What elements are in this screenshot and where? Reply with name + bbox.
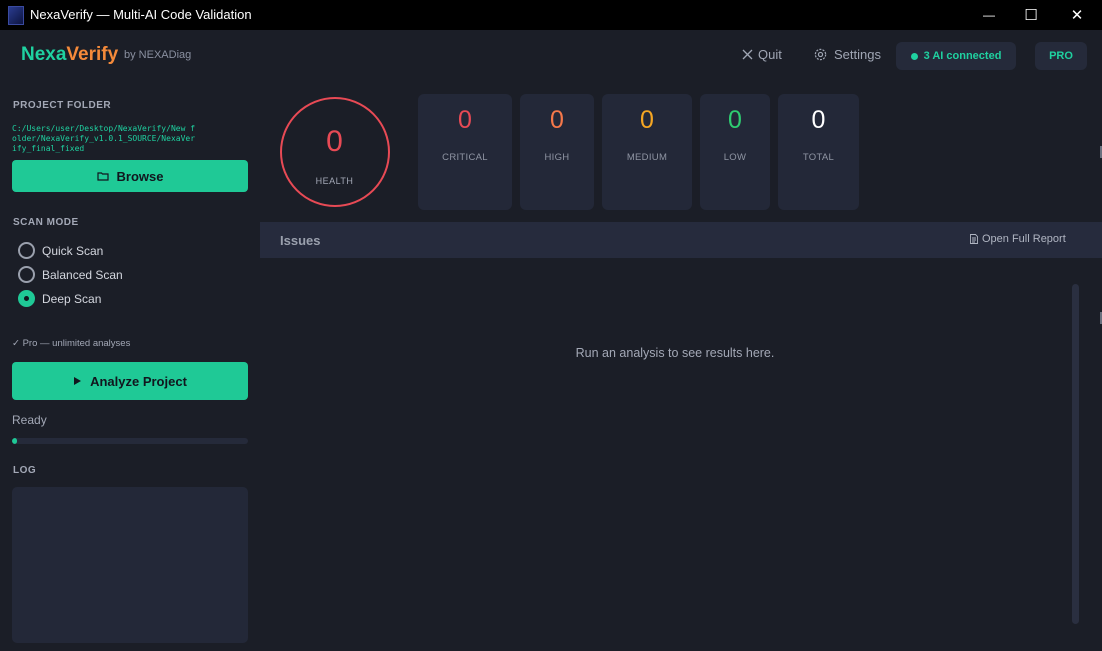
- folder-icon: [96, 172, 109, 181]
- issues-header: Issues Open Full Report: [260, 222, 1102, 258]
- app-header: NexaVerify by NEXADiag Quit Settings 3 A…: [0, 30, 1102, 86]
- scan-mode-label: Balanced Scan: [42, 267, 123, 282]
- close-icon: [742, 49, 753, 60]
- log-heading: LOG: [13, 465, 37, 476]
- project-folder-heading: PROJECT FOLDER: [13, 100, 112, 111]
- pro-note: ✓ Pro — unlimited analyses: [12, 338, 131, 349]
- document-icon: [970, 234, 978, 244]
- project-path: C:/Users/user/Desktop/NexaVerify/New fol…: [12, 124, 196, 153]
- settings-button[interactable]: Settings: [813, 47, 881, 62]
- plan-badge-label: PRO: [1049, 50, 1073, 62]
- stat-value: 0: [811, 106, 826, 134]
- stat-value: 0: [640, 106, 654, 134]
- log-panel[interactable]: [12, 487, 248, 643]
- brand-logo: NexaVerify: [21, 44, 118, 66]
- health-gauge: 0 HEALTH: [280, 97, 390, 207]
- sidebar: PROJECT FOLDER C:/Users/user/Desktop/Nex…: [0, 86, 260, 651]
- main-panel: 0 HEALTH 0 CRITICAL 0 HIGH 0 MEDIUM 0 LO…: [260, 86, 1102, 651]
- stat-card-medium: 0 MEDIUM: [602, 94, 692, 210]
- open-full-report-link[interactable]: Open Full Report: [970, 233, 1066, 245]
- quit-button[interactable]: Quit: [742, 47, 782, 62]
- stat-label: MEDIUM: [626, 152, 668, 163]
- quit-label: Quit: [758, 47, 782, 62]
- brand-subtitle: by NEXADiag: [124, 49, 192, 61]
- browse-button[interactable]: Browse: [12, 160, 248, 192]
- stat-card-critical: 0 CRITICAL: [418, 94, 512, 210]
- stat-label: CRITICAL: [442, 152, 488, 163]
- gear-icon: [814, 48, 827, 61]
- app-icon: [8, 6, 24, 25]
- stat-value: 0: [550, 106, 564, 134]
- brand-name-part2: Verify: [66, 44, 119, 65]
- stat-value: 0: [458, 106, 472, 134]
- analyze-label: Analyze Project: [90, 373, 187, 389]
- brand-name-part1: Nexa: [21, 44, 67, 65]
- scan-mode-quick[interactable]: Quick Scan: [18, 242, 103, 259]
- radio-button[interactable]: [18, 242, 35, 259]
- empty-state-message: Run an analysis to see results here.: [575, 346, 775, 360]
- close-window-button[interactable]: ✕: [1054, 0, 1100, 30]
- scan-mode-label: Deep Scan: [42, 291, 102, 306]
- browse-label: Browse: [116, 168, 164, 184]
- health-value: 0: [326, 125, 343, 158]
- issues-scrollbar[interactable]: [1072, 284, 1079, 624]
- radio-button-selected[interactable]: [18, 290, 35, 307]
- stat-label: TOTAL: [802, 152, 835, 163]
- scan-mode-heading: SCAN MODE: [13, 217, 79, 228]
- settings-label: Settings: [834, 47, 881, 62]
- radio-button[interactable]: [18, 266, 35, 283]
- scan-mode-deep[interactable]: Deep Scan: [18, 290, 101, 307]
- stat-card-total: 0 TOTAL: [778, 94, 859, 210]
- open-full-report-label: Open Full Report: [982, 233, 1066, 245]
- plan-badge: PRO: [1035, 42, 1087, 70]
- analyze-project-button[interactable]: Analyze Project: [12, 362, 248, 400]
- close-icon: ✕: [1070, 7, 1084, 24]
- maximize-button[interactable]: ☐: [1008, 0, 1054, 30]
- stat-label: LOW: [723, 152, 747, 163]
- progress-fill: [12, 438, 17, 444]
- stat-value: 0: [728, 106, 742, 134]
- issues-list: Run an analysis to see results here.: [260, 258, 1102, 651]
- issues-title: Issues: [280, 233, 321, 248]
- ai-connection-badge: 3 AI connected: [896, 42, 1016, 70]
- stat-label: HIGH: [544, 152, 570, 163]
- maximize-icon: ☐: [1024, 7, 1038, 24]
- minimize-button[interactable]: —: [966, 0, 1012, 30]
- stat-card-high: 0 HIGH: [520, 94, 594, 210]
- window-title: NexaVerify — Multi-AI Code Validation: [30, 7, 252, 22]
- health-label: HEALTH: [315, 176, 354, 186]
- ai-connection-label: 3 AI connected: [923, 50, 1002, 62]
- stat-card-low: 0 LOW: [700, 94, 770, 210]
- status-text: Ready: [12, 413, 47, 427]
- window-titlebar: NexaVerify — Multi-AI Code Validation — …: [0, 0, 1102, 30]
- minimize-icon: —: [983, 8, 995, 22]
- progress-bar: [12, 438, 248, 444]
- scan-mode-label: Quick Scan: [42, 243, 104, 258]
- play-icon: [74, 377, 82, 385]
- scan-mode-balanced[interactable]: Balanced Scan: [18, 266, 123, 283]
- status-dot-icon: [910, 52, 918, 60]
